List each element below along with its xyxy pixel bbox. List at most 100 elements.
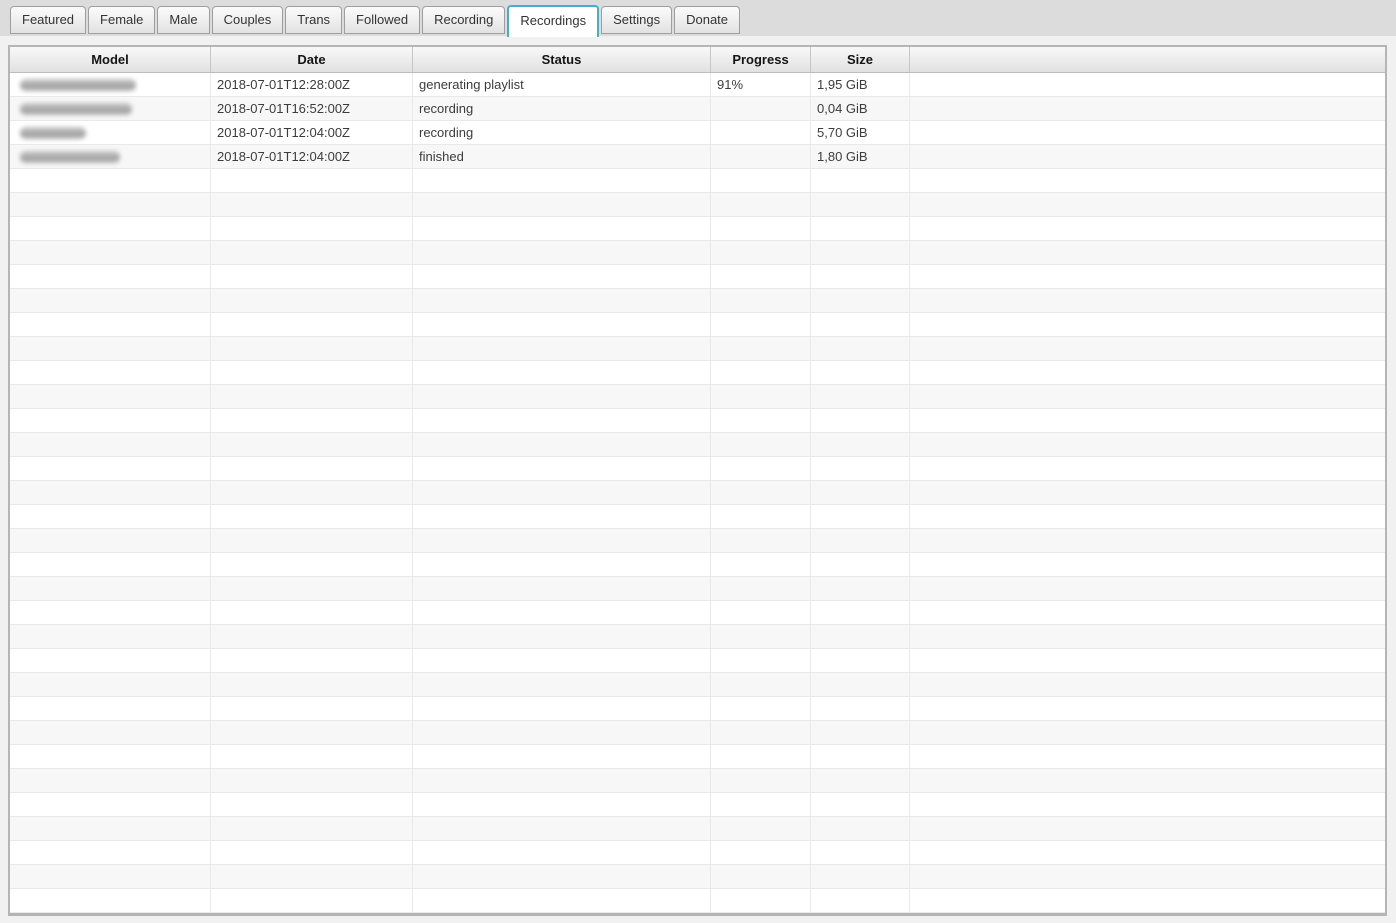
cell-date [211, 889, 413, 913]
cell-filler [910, 529, 1385, 553]
cell-status [413, 601, 711, 625]
cell-date [211, 409, 413, 433]
cell-size: 5,70 GiB [811, 121, 910, 145]
cell-size [811, 865, 910, 889]
model-name-redacted [20, 79, 136, 91]
cell-size [811, 673, 910, 697]
cell-model [10, 601, 211, 625]
cell-status [413, 265, 711, 289]
cell-model [10, 193, 211, 217]
cell-date [211, 553, 413, 577]
table-row[interactable]: 2018-07-01T12:04:00Zrecording5,70 GiB [10, 121, 1385, 145]
tab-featured[interactable]: Featured [10, 6, 86, 34]
model-name-redacted [20, 127, 86, 139]
tab-recording[interactable]: Recording [422, 6, 505, 34]
tab-trans[interactable]: Trans [285, 6, 342, 34]
cell-filler [910, 193, 1385, 217]
table-row[interactable]: 2018-07-01T12:04:00Zfinished1,80 GiB [10, 145, 1385, 169]
cell-filler [910, 817, 1385, 841]
cell-size [811, 697, 910, 721]
table-header-row: ModelDateStatusProgressSize [10, 47, 1385, 73]
cell-date [211, 793, 413, 817]
cell-filler [910, 337, 1385, 361]
tab-settings[interactable]: Settings [601, 6, 672, 34]
cell-model [10, 457, 211, 481]
cell-date [211, 265, 413, 289]
cell-model [10, 865, 211, 889]
recordings-tab-content: ModelDateStatusProgressSize 2018-07-01T1… [0, 36, 1396, 916]
tab-donate[interactable]: Donate [674, 6, 740, 34]
cell-date [211, 745, 413, 769]
cell-model [10, 169, 211, 193]
cell-size [811, 289, 910, 313]
tab-male[interactable]: Male [157, 6, 209, 34]
column-header-progress[interactable]: Progress [711, 47, 811, 72]
cell-date [211, 625, 413, 649]
cell-filler [910, 841, 1385, 865]
cell-model [10, 73, 211, 97]
cell-size [811, 553, 910, 577]
cell-progress [711, 433, 811, 457]
cell-filler [910, 265, 1385, 289]
cell-date [211, 601, 413, 625]
tab-female[interactable]: Female [88, 6, 155, 34]
cell-filler [910, 769, 1385, 793]
cell-model [10, 721, 211, 745]
column-header-model[interactable]: Model [10, 47, 211, 72]
cell-progress [711, 889, 811, 913]
cell-model [10, 577, 211, 601]
cell-progress [711, 193, 811, 217]
cell-filler [910, 169, 1385, 193]
tab-followed[interactable]: Followed [344, 6, 420, 34]
cell-progress [711, 625, 811, 649]
tab-couples[interactable]: Couples [212, 6, 284, 34]
cell-filler [910, 745, 1385, 769]
table-row[interactable]: 2018-07-01T16:52:00Zrecording0,04 GiB [10, 97, 1385, 121]
cell-size [811, 577, 910, 601]
cell-progress [711, 241, 811, 265]
table-row[interactable]: 2018-07-01T12:28:00Zgenerating playlist9… [10, 73, 1385, 97]
table-row-empty [10, 337, 1385, 361]
cell-date [211, 289, 413, 313]
cell-size [811, 817, 910, 841]
cell-model [10, 361, 211, 385]
cell-filler [910, 289, 1385, 313]
cell-size [811, 625, 910, 649]
cell-status [413, 793, 711, 817]
column-header-date[interactable]: Date [211, 47, 413, 72]
cell-model [10, 481, 211, 505]
cell-progress [711, 841, 811, 865]
column-header-status[interactable]: Status [413, 47, 711, 72]
cell-status [413, 817, 711, 841]
cell-filler [910, 241, 1385, 265]
cell-status [413, 505, 711, 529]
table-row-empty [10, 721, 1385, 745]
table-row-empty [10, 481, 1385, 505]
cell-filler [910, 73, 1385, 97]
tab-recordings[interactable]: Recordings [507, 5, 599, 37]
cell-filler [910, 577, 1385, 601]
cell-size [811, 193, 910, 217]
cell-progress [711, 601, 811, 625]
cell-filler [910, 865, 1385, 889]
cell-filler [910, 145, 1385, 169]
recordings-table: ModelDateStatusProgressSize 2018-07-01T1… [8, 45, 1387, 916]
cell-size: 1,80 GiB [811, 145, 910, 169]
cell-filler [910, 649, 1385, 673]
cell-size [811, 889, 910, 913]
cell-filler [910, 385, 1385, 409]
cell-model [10, 745, 211, 769]
cell-date [211, 577, 413, 601]
cell-filler [910, 673, 1385, 697]
table-row-empty [10, 649, 1385, 673]
column-header-size[interactable]: Size [811, 47, 910, 72]
table-row-empty [10, 697, 1385, 721]
cell-date: 2018-07-01T12:28:00Z [211, 73, 413, 97]
cell-status [413, 841, 711, 865]
cell-filler [910, 793, 1385, 817]
cell-filler [910, 457, 1385, 481]
table-row-empty [10, 241, 1385, 265]
cell-filler [910, 481, 1385, 505]
cell-progress [711, 745, 811, 769]
cell-progress [711, 481, 811, 505]
